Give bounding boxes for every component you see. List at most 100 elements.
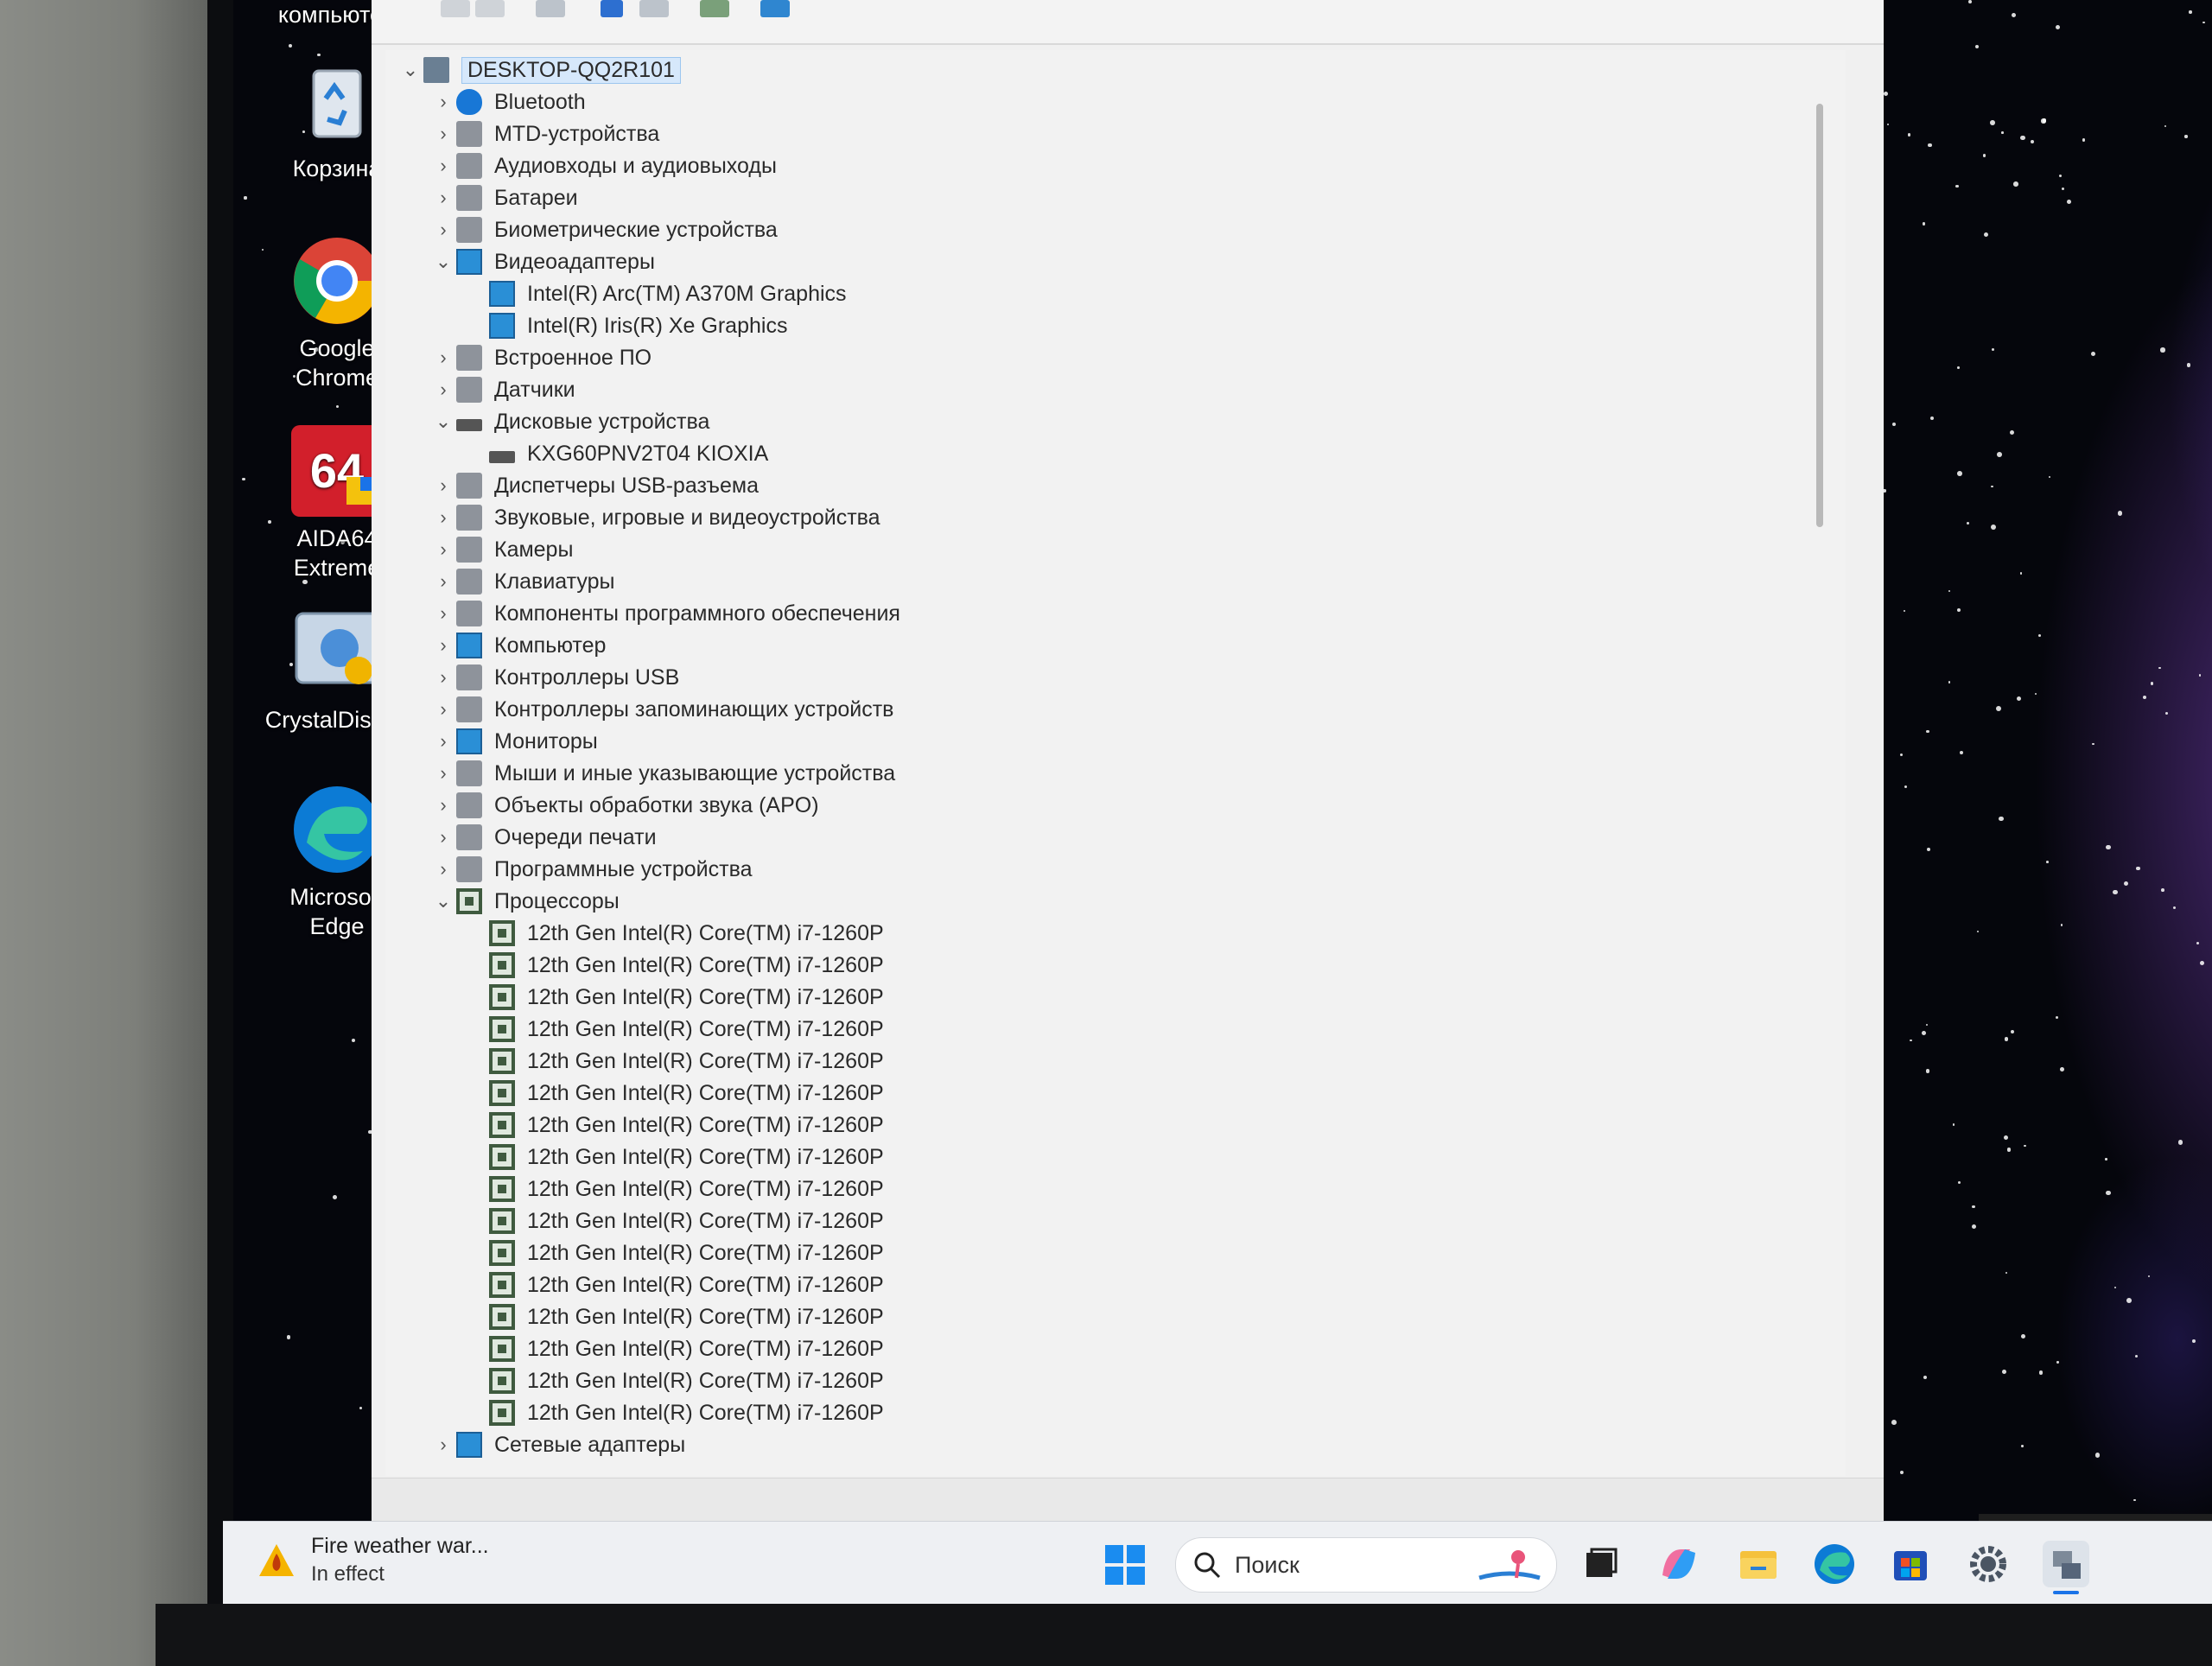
star-decoration — [2113, 889, 2118, 895]
tree-device[interactable]: 12th Gen Intel(R) Core(TM) i7-1260P — [463, 982, 884, 1012]
tree-category[interactable]: › MTD-устройства — [430, 119, 659, 149]
tree-device[interactable]: 12th Gen Intel(R) Core(TM) i7-1260P — [463, 1174, 884, 1204]
tree-category[interactable]: › Bluetooth — [430, 87, 586, 117]
chevron-right-icon[interactable]: › — [430, 855, 456, 884]
tree-label: 12th Gen Intel(R) Core(TM) i7-1260P — [527, 1400, 884, 1425]
tree-category[interactable]: › Объекты обработки звука (APO) — [430, 791, 819, 820]
chevron-right-icon[interactable]: › — [430, 343, 456, 372]
tree-category[interactable]: › Клавиатуры — [430, 567, 614, 596]
tree-category[interactable]: › Контроллеры запоминающих устройств — [430, 695, 893, 724]
tree-device[interactable]: 12th Gen Intel(R) Core(TM) i7-1260P — [463, 919, 884, 948]
tree-category[interactable]: › Компоненты программного обеспечения — [430, 599, 900, 628]
tree-device[interactable]: 12th Gen Intel(R) Core(TM) i7-1260P — [463, 1270, 884, 1300]
chevron-right-icon[interactable]: › — [430, 727, 456, 756]
usb-icon — [456, 664, 482, 690]
tree-device[interactable]: 12th Gen Intel(R) Core(TM) i7-1260P — [463, 1238, 884, 1268]
chevron-down-icon[interactable]: ⌄ — [430, 887, 456, 916]
chevron-right-icon[interactable]: › — [430, 215, 456, 245]
chevron-down-icon[interactable]: ⌄ — [397, 55, 423, 85]
tree-device[interactable]: KXG60PNV2T04 KIOXIA — [463, 439, 768, 468]
chevron-right-icon[interactable]: › — [430, 567, 456, 596]
scan-hardware-icon[interactable] — [760, 0, 790, 17]
help-icon[interactable] — [601, 0, 623, 17]
chevron-right-icon[interactable]: › — [430, 599, 456, 628]
chevron-right-icon[interactable]: › — [430, 535, 456, 564]
chevron-right-icon[interactable]: › — [430, 87, 456, 117]
tree-category[interactable]: › Диспетчеры USB-разъема — [430, 471, 759, 500]
tree-device[interactable]: 12th Gen Intel(R) Core(TM) i7-1260P — [463, 1078, 884, 1108]
update-driver-icon[interactable] — [700, 0, 729, 17]
tree-device[interactable]: 12th Gen Intel(R) Core(TM) i7-1260P — [463, 1398, 884, 1428]
properties-icon[interactable] — [536, 0, 565, 17]
tree-category[interactable]: › Очереди печати — [430, 823, 657, 852]
tree-device[interactable]: 12th Gen Intel(R) Core(TM) i7-1260P — [463, 1142, 884, 1172]
search-box[interactable]: Поиск — [1175, 1537, 1557, 1593]
forward-icon[interactable] — [475, 0, 505, 17]
tree-category[interactable]: › Встроенное ПО — [430, 343, 652, 372]
chevron-right-icon[interactable]: › — [430, 151, 456, 181]
star-decoration — [1957, 366, 1960, 370]
chevron-right-icon[interactable]: › — [430, 759, 456, 788]
start-button[interactable] — [1104, 1544, 1146, 1586]
store-button[interactable] — [1887, 1541, 1934, 1587]
view-icon[interactable] — [639, 0, 669, 17]
horizontal-scrollbar[interactable] — [372, 1478, 1884, 1522]
weather-widget[interactable]: Fire weather war... In effect — [257, 1534, 489, 1587]
chevron-right-icon[interactable]: › — [430, 375, 456, 404]
chevron-right-icon[interactable]: › — [430, 791, 456, 820]
tree-root[interactable]: ⌄ DESKTOP-QQ2R101 — [397, 55, 681, 85]
chevron-right-icon[interactable]: › — [430, 663, 456, 692]
chevron-down-icon[interactable]: ⌄ — [430, 407, 456, 436]
cpu-icon — [489, 1304, 515, 1330]
chevron-right-icon[interactable]: › — [430, 823, 456, 852]
chevron-right-icon[interactable]: › — [430, 183, 456, 213]
tree-category[interactable]: ⌄ Процессоры — [430, 887, 620, 916]
chevron-right-icon[interactable]: › — [430, 503, 456, 532]
tree-category[interactable]: › Датчики — [430, 375, 575, 404]
copilot-button[interactable] — [1656, 1541, 1702, 1587]
display-adapter-icon — [489, 281, 515, 307]
tree-category[interactable]: › Камеры — [430, 535, 573, 564]
back-icon[interactable] — [441, 0, 470, 17]
speaker-icon — [456, 505, 482, 531]
tree-category[interactable]: › Аудиовходы и аудиовыходы — [430, 151, 777, 181]
tree-category[interactable]: ⌄ Дисковые устройства — [430, 407, 710, 436]
tree-device[interactable]: Intel(R) Arc(TM) A370M Graphics — [463, 279, 847, 308]
tree-category[interactable]: › Программные устройства — [430, 855, 753, 884]
device-manager-taskbar-button[interactable] — [2043, 1541, 2089, 1594]
tree-device[interactable]: 12th Gen Intel(R) Core(TM) i7-1260P — [463, 951, 884, 980]
tree-device[interactable]: 12th Gen Intel(R) Core(TM) i7-1260P — [463, 1046, 884, 1076]
chevron-right-icon[interactable]: › — [430, 695, 456, 724]
tree-category[interactable]: › Биометрические устройства — [430, 215, 778, 245]
tree-category[interactable]: › Компьютер — [430, 631, 606, 660]
tree-category[interactable]: › Мыши и иные указывающие устройства — [430, 759, 895, 788]
storage-controller-icon — [456, 696, 482, 722]
chevron-right-icon[interactable]: › — [430, 631, 456, 660]
tree-device[interactable]: 12th Gen Intel(R) Core(TM) i7-1260P — [463, 1334, 884, 1364]
tree-category[interactable]: › Контроллеры USB — [430, 663, 679, 692]
star-decoration — [1957, 1181, 1961, 1185]
tree-device[interactable]: Intel(R) Iris(R) Xe Graphics — [463, 311, 787, 340]
chevron-right-icon[interactable]: › — [430, 1430, 456, 1459]
tree-category[interactable]: › Батареи — [430, 183, 578, 213]
tree-device[interactable]: 12th Gen Intel(R) Core(TM) i7-1260P — [463, 1014, 884, 1044]
tree-category[interactable]: ⌄ Видеоадаптеры — [430, 247, 655, 277]
tree-category[interactable]: › Звуковые, игровые и видеоустройства — [430, 503, 880, 532]
chevron-right-icon[interactable]: › — [430, 471, 456, 500]
tree-category[interactable]: › Сетевые адаптеры — [430, 1430, 685, 1459]
edge-taskbar-button[interactable] — [1811, 1541, 1858, 1587]
chevron-down-icon[interactable]: ⌄ — [430, 247, 456, 277]
vertical-scrollbar[interactable] — [1816, 104, 1823, 527]
tree-device[interactable]: 12th Gen Intel(R) Core(TM) i7-1260P — [463, 1206, 884, 1236]
tree-category[interactable]: › Мониторы — [430, 727, 598, 756]
task-view-button[interactable] — [1578, 1541, 1624, 1587]
tree-device[interactable]: 12th Gen Intel(R) Core(TM) i7-1260P — [463, 1110, 884, 1140]
chevron-right-icon[interactable]: › — [430, 119, 456, 149]
file-explorer-button[interactable] — [1735, 1541, 1782, 1587]
settings-button[interactable] — [1965, 1541, 2012, 1587]
tree-device[interactable]: 12th Gen Intel(R) Core(TM) i7-1260P — [463, 1302, 884, 1332]
tree-device[interactable]: 12th Gen Intel(R) Core(TM) i7-1260P — [463, 1366, 884, 1396]
